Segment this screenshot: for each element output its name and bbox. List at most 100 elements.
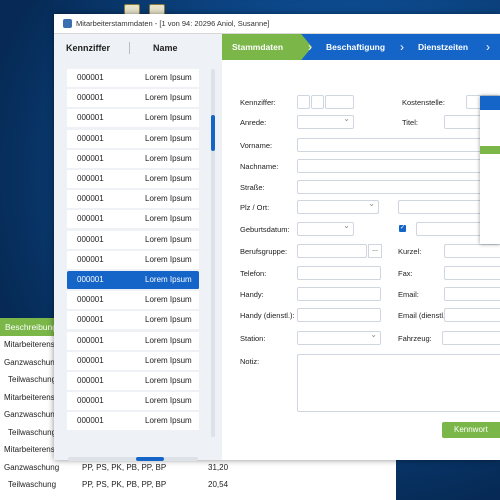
dialog-titlebar[interactable] <box>480 96 500 110</box>
label-handy-dienstl: Handy (dienstl.): <box>240 311 295 320</box>
tab-dienstzeiten[interactable]: Dienstzeiten <box>418 34 468 60</box>
employee-list-row[interactable]: 000001 Lorem Ipsum <box>67 311 199 331</box>
table-row[interactable]: Ganzwaschung PP, PS, PK, PB, PP, BP 31,20 <box>0 459 396 476</box>
label-plz-ort: Plz / Ort: <box>240 203 270 212</box>
employee-list-row[interactable]: 000001 Lorem Ipsum <box>67 372 199 391</box>
window-title: Mitarbeiterstammdaten - [1 von 94: 20296… <box>76 19 270 28</box>
anrede-select[interactable] <box>297 114 354 129</box>
row-name: Lorem Ipsum <box>145 355 192 365</box>
employee-list-row[interactable]: 000001 Lorem Ipsum <box>67 109 199 129</box>
berufsgruppe-input[interactable] <box>297 244 367 258</box>
cell-beschreibung: Ganzwaschung <box>4 357 60 367</box>
employee-list-row[interactable]: 000001 Lorem Ipsum <box>67 190 199 210</box>
employee-list-row[interactable]: 000001 Lorem Ipsum <box>67 210 199 230</box>
employee-list-row[interactable]: 000001 Lorem Ipsum <box>67 129 199 149</box>
label-kennziffer: Kennziffer: <box>240 98 276 107</box>
tab-beschaftigung[interactable]: Beschaftigung <box>326 34 385 60</box>
table-row[interactable]: Teilwaschung PP, PS, PK, PB, PP, BP 20,54 <box>0 476 396 493</box>
kennziffer-input-1[interactable] <box>297 95 310 109</box>
tab-bar: Stammdaten › Beschaftigung › Dienstzeite… <box>222 34 500 60</box>
label-kostenstelle: Kostenstelle: <box>402 98 445 107</box>
column-header-kennziffer[interactable]: Kennziffer <box>66 43 110 53</box>
row-name: Lorem Ipsum <box>145 194 192 204</box>
list-vertical-scrollbar[interactable] <box>211 69 215 437</box>
notiz-textarea[interactable] <box>297 354 500 412</box>
list-header: Kennziffer Name <box>54 34 222 62</box>
email-input[interactable] <box>444 287 500 301</box>
employee-list-row[interactable]: 000001 Lorem Ipsum <box>67 250 199 270</box>
window-titlebar[interactable]: Mitarbeiterstammdaten - [1 von 94: 20296… <box>54 14 500 34</box>
station-select[interactable] <box>297 330 381 345</box>
cell-beschreibung: Mitarbeiterens <box>4 392 55 402</box>
row-kennziffer: 000001 <box>77 113 104 123</box>
row-kennziffer: 000001 <box>77 194 104 204</box>
fahrzeug-input[interactable] <box>442 331 500 345</box>
scrollbar-thumb[interactable] <box>136 457 164 461</box>
row-kennziffer: 000001 <box>77 234 104 244</box>
kennziffer-input-2[interactable] <box>311 95 324 109</box>
employee-list-row[interactable]: 000001 Lorem Ipsum <box>67 69 199 88</box>
geburtsdatum-checkbox[interactable]: ✓ <box>399 225 406 232</box>
row-kennziffer: 000001 <box>77 174 104 183</box>
column-header-name[interactable]: Name <box>153 43 178 53</box>
column-separator <box>129 42 130 54</box>
app-icon <box>63 19 72 28</box>
cell-beschreibung: Mitarbeiterens <box>4 340 55 349</box>
berufsgruppe-browse-button[interactable]: ... <box>368 244 382 258</box>
row-kennziffer: 000001 <box>77 133 104 143</box>
employee-list-row[interactable]: 000001 Lorem Ipsum <box>67 291 199 311</box>
kurzel-input[interactable] <box>444 244 500 258</box>
handy-input[interactable] <box>297 287 381 301</box>
fax-input[interactable] <box>444 266 500 280</box>
row-name: Lorem Ipsum <box>145 295 192 305</box>
list-horizontal-scrollbar[interactable] <box>68 457 198 461</box>
row-name: Lorem Ipsum <box>145 234 192 244</box>
label-vorname: Vorname: <box>240 141 273 150</box>
scrollbar-thumb[interactable] <box>211 115 215 151</box>
telefon-input[interactable] <box>297 266 381 280</box>
vorname-input[interactable] <box>297 138 500 152</box>
nachname-input[interactable] <box>297 159 500 173</box>
employee-list-row[interactable]: 000001 Lorem Ipsum <box>67 170 199 189</box>
label-telefon: Telefon: <box>240 269 267 278</box>
row-kennziffer: 000001 <box>77 416 104 426</box>
handy-dienstl-input[interactable] <box>297 308 381 322</box>
geburtsdatum-select[interactable] <box>297 221 354 236</box>
employee-list-row[interactable]: 000001 Lorem Ipsum <box>67 271 199 290</box>
email-dienstl-input[interactable] <box>444 308 500 322</box>
label-nachname: Nachname: <box>240 162 279 171</box>
kennziffer-input-3[interactable] <box>325 95 354 109</box>
employee-list-row[interactable]: 000001 Lorem Ipsum <box>67 351 199 371</box>
employee-list-row[interactable]: 000001 Lorem Ipsum <box>67 230 199 250</box>
label-berufsgruppe: Berufsgruppe: <box>240 247 288 256</box>
cell-codes: PP, PS, PK, PB, PP, BP <box>82 480 167 489</box>
cell-beschreibung: Ganzwaschung <box>4 462 60 472</box>
stammdaten-form: Kennziffer: Kostenstelle: Anrede: Titel:… <box>222 60 500 460</box>
employee-list-row[interactable]: 000001 Lorem Ipsum <box>67 412 199 432</box>
overlapping-dialog[interactable] <box>480 96 500 244</box>
cell-value: 20,54 <box>208 480 229 489</box>
strasse-input[interactable] <box>297 180 500 194</box>
label-email-dienstl: Email (dienstl.): <box>398 311 450 320</box>
row-name: Lorem Ipsum <box>145 315 192 325</box>
cell-beschreibung: Ganzwaschung <box>4 410 60 419</box>
cell-beschreibung: Mitarbeiterens <box>4 445 55 454</box>
chevron-right-icon: › <box>400 40 404 54</box>
label-station: Station: <box>240 334 266 343</box>
kennwort-button[interactable]: Kennwort <box>442 422 500 438</box>
cell-beschreibung: Teilwaschung <box>8 427 57 437</box>
row-name: Lorem Ipsum <box>145 416 192 426</box>
tab-stammdaten[interactable]: Stammdaten <box>222 34 312 60</box>
row-kennziffer: 000001 <box>77 315 104 325</box>
employee-list-row[interactable]: 000001 Lorem Ipsum <box>67 89 199 109</box>
label-titel: Titel: <box>402 118 418 127</box>
employee-list-row[interactable]: 000001 Lorem Ipsum <box>67 149 199 169</box>
row-kennziffer: 000001 <box>77 376 104 385</box>
row-name: Lorem Ipsum <box>145 113 192 123</box>
employee-list-row[interactable]: 000001 Lorem Ipsum <box>67 331 199 351</box>
plz-select[interactable] <box>297 199 379 214</box>
label-fahrzeug: Fahrzeug: <box>398 334 432 343</box>
row-name: Lorem Ipsum <box>145 174 192 183</box>
cell-beschreibung: Teilwaschung <box>8 375 57 384</box>
employee-list-row[interactable]: 000001 Lorem Ipsum <box>67 392 199 412</box>
